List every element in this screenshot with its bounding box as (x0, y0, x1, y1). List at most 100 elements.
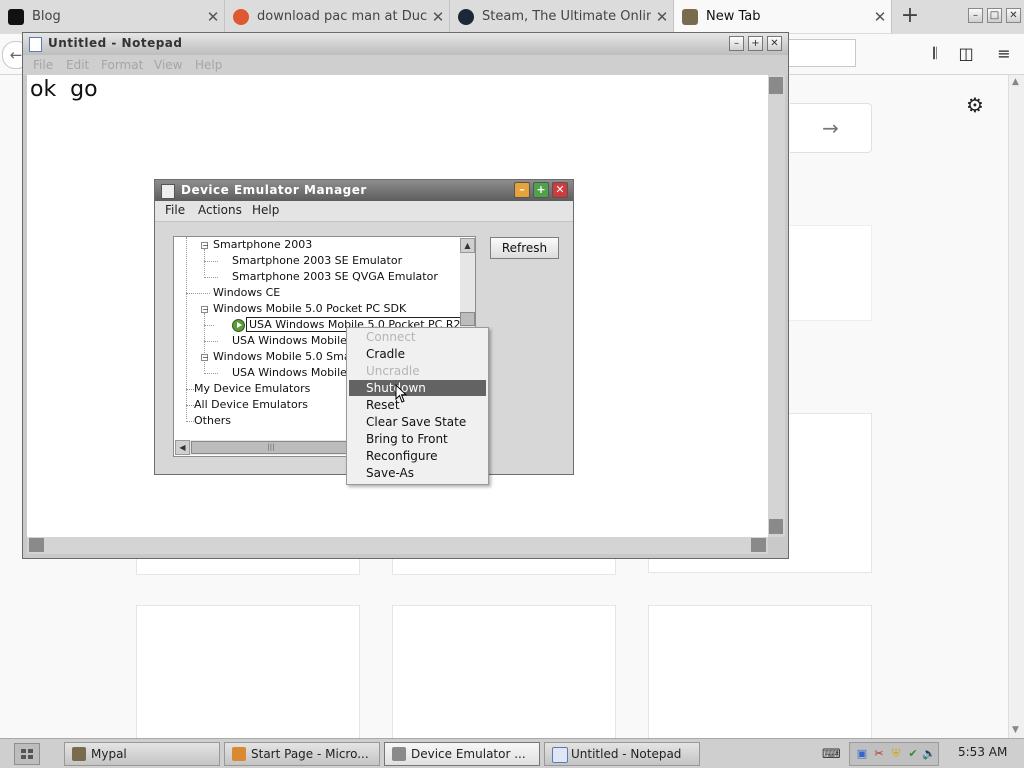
tree-node[interactable]: All Device Emulators (194, 398, 308, 411)
browser-close-button[interactable]: ✕ (1006, 8, 1021, 23)
tree-node[interactable]: Windows CE (213, 286, 280, 299)
close-tab-icon[interactable]: ✕ (427, 8, 449, 26)
menu-actions[interactable]: Actions (198, 203, 242, 217)
maximize-button[interactable]: + (533, 182, 549, 198)
running-emulator-icon (232, 319, 245, 332)
library-icon[interactable]: 𝄃 (924, 43, 946, 65)
taskbar-item-mypal[interactable]: Mypal (64, 742, 220, 766)
blog-favicon-icon (8, 8, 24, 25)
close-tab-icon[interactable]: ✕ (651, 8, 673, 26)
network-icon[interactable]: ▣ (855, 747, 869, 761)
taskbar-item-notepad[interactable]: Untitled - Notepad (544, 742, 700, 766)
new-tab-button[interactable]: + (898, 5, 922, 29)
menu-item-reconfigure[interactable]: Reconfigure (349, 448, 486, 464)
maximize-button[interactable]: + (748, 36, 763, 51)
close-tab-icon[interactable]: ✕ (202, 8, 224, 26)
menu-item-cradle[interactable]: Cradle (349, 346, 486, 362)
scroll-left-icon[interactable]: ◀ (175, 440, 190, 455)
gear-icon[interactable]: ⚙ (966, 93, 984, 117)
tree-node[interactable]: My Device Emulators (194, 382, 310, 395)
top-site-tile[interactable] (136, 605, 360, 745)
taskbar: Mypal Start Page - Micro... Device Emula… (0, 738, 1024, 768)
horizontal-scrollbar[interactable] (27, 537, 768, 554)
menu-item-shutdown[interactable]: Shutdown (349, 380, 486, 396)
tree-node[interactable]: Others (194, 414, 231, 427)
notepad-menu-bar: File Edit Format View Help (23, 55, 788, 75)
browser-maximize-button[interactable]: □ (987, 8, 1002, 23)
keyboard-icon[interactable]: ⌨ (822, 747, 841, 762)
vertical-scrollbar[interactable] (768, 75, 785, 537)
tree-node[interactable]: Smartphone 2003 SE Emulator (232, 254, 402, 267)
menu-format[interactable]: Format (101, 58, 143, 72)
collapse-icon[interactable]: − (201, 306, 209, 314)
menu-item-uncradle[interactable]: Uncradle (349, 363, 486, 379)
task-label: Untitled - Notepad (571, 747, 682, 761)
scroll-thumb[interactable] (460, 312, 475, 326)
close-button[interactable]: ✕ (552, 182, 568, 198)
start-menu-button[interactable] (14, 743, 40, 765)
close-button[interactable]: ✕ (767, 36, 782, 51)
steam-favicon-icon (458, 8, 474, 25)
menu-item-clear-save-state[interactable]: Clear Save State (349, 414, 486, 430)
browser-scrollbar[interactable]: ▲ ▼ (1008, 75, 1024, 738)
collapse-icon[interactable]: − (201, 354, 209, 362)
notepad-icon (552, 747, 568, 763)
menu-edit[interactable]: Edit (66, 58, 89, 72)
tab-steam[interactable]: Steam, The Ultimate Online ✕ (450, 0, 674, 33)
collapse-icon[interactable]: − (201, 242, 209, 250)
browser-icon (232, 747, 246, 761)
menu-view[interactable]: View (154, 58, 182, 72)
top-site-tile[interactable] (648, 605, 872, 745)
scroll-down-icon[interactable]: ▼ (1012, 725, 1019, 735)
tab-duckduckgo[interactable]: download pac man at DuckD ✕ (225, 0, 450, 33)
tab-blog[interactable]: Blog ✕ (0, 0, 225, 33)
duckduckgo-favicon-icon (233, 8, 249, 25)
menu-file[interactable]: File (165, 203, 185, 217)
sidebar-icon[interactable]: ◫ (955, 43, 977, 65)
menu-help[interactable]: Help (195, 58, 222, 72)
menu-item-bring-to-front[interactable]: Bring to Front (349, 431, 486, 447)
scroll-up-icon[interactable]: ▲ (460, 238, 475, 253)
dem-title-bar[interactable]: Device Emulator Manager – + ✕ (155, 180, 573, 201)
url-bar[interactable] (780, 39, 856, 67)
tree-node[interactable]: Windows Mobile 5.0 Smartp (213, 350, 366, 363)
clock: 5:53 AM (958, 745, 1008, 759)
dem-menu-bar: File Actions Help (155, 201, 573, 222)
scroll-left-button[interactable] (29, 538, 44, 552)
shield-icon[interactable]: ⛨ (889, 747, 903, 761)
menu-item-save-as[interactable]: Save-As (349, 465, 486, 481)
volume-icon[interactable]: 🔈 (922, 747, 936, 761)
scroll-down-button[interactable] (769, 519, 783, 534)
refresh-button[interactable]: Refresh (490, 237, 559, 259)
minimize-button[interactable]: – (729, 36, 744, 51)
search-go-icon[interactable]: → (790, 103, 872, 153)
tree-node[interactable]: Windows Mobile 5.0 Pocket PC SDK (213, 302, 406, 315)
tab-title: New Tab (706, 9, 761, 24)
check-icon[interactable]: ✔ (906, 747, 920, 761)
tree-node[interactable]: Smartphone 2003 (213, 238, 312, 251)
tools-icon[interactable]: ✂ (872, 747, 886, 761)
scroll-up-icon[interactable]: ▲ (1012, 77, 1019, 87)
menu-file[interactable]: File (33, 58, 53, 72)
menu-icon[interactable]: ≡ (993, 43, 1015, 65)
minimize-button[interactable]: – (514, 182, 530, 198)
close-tab-icon[interactable]: ✕ (869, 8, 891, 26)
system-tray: ▣ ✂ ⛨ ✔ 🔈 (849, 742, 939, 766)
notepad-icon (29, 37, 42, 52)
scroll-right-button[interactable] (751, 538, 766, 552)
scroll-up-button[interactable] (769, 77, 783, 94)
tree-node[interactable]: Smartphone 2003 SE QVGA Emulator (232, 270, 438, 283)
device-emulator-icon (392, 747, 406, 761)
taskbar-item-device-emulator[interactable]: Device Emulator ... (384, 742, 540, 766)
tab-new-tab[interactable]: New Tab ✕ (674, 0, 892, 33)
taskbar-item-start-page[interactable]: Start Page - Micro... (224, 742, 380, 766)
menu-help[interactable]: Help (252, 203, 279, 217)
device-emulator-icon (161, 184, 175, 199)
menu-item-connect[interactable]: Connect (349, 329, 486, 345)
browser-minimize-button[interactable]: – (968, 8, 983, 23)
top-site-tile[interactable] (392, 605, 616, 745)
mypal-favicon-icon (682, 8, 698, 25)
menu-item-reset[interactable]: Reset (349, 397, 486, 413)
notepad-title-bar[interactable]: Untitled - Notepad – + ✕ (23, 33, 788, 55)
scroll-thumb[interactable]: ||| (191, 441, 351, 454)
